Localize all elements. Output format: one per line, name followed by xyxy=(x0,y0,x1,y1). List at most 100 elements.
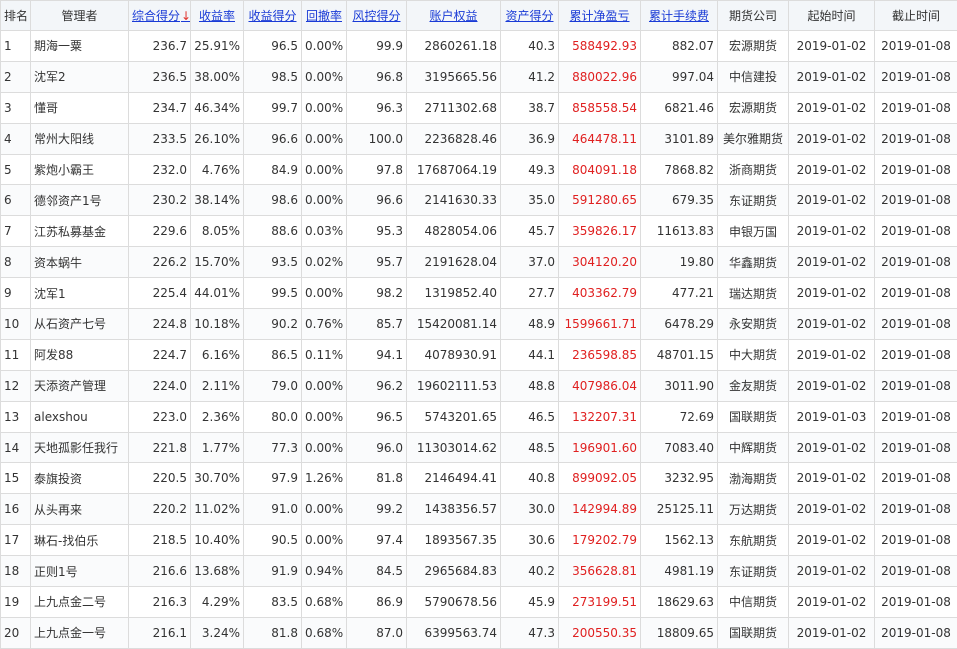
cell-risk_score: 96.6 xyxy=(346,184,407,217)
cell-equity: 5790678.56 xyxy=(406,586,501,618)
cell-asset_score: 48.8 xyxy=(500,369,559,402)
cell-drawdown: 1.26% xyxy=(301,462,347,495)
cell-end: 2019-01-08 xyxy=(874,153,957,186)
cell-asset_score: 40.2 xyxy=(500,555,559,588)
cell-asset_score: 46.5 xyxy=(500,400,559,433)
cell-fees: 7868.82 xyxy=(640,153,718,186)
table-row: 13 alexshou 223.0 2.36% 80.0 0.00% 96.5 5743201… xyxy=(0,400,957,433)
column-header-composite[interactable]: 综合得分↓ xyxy=(128,0,191,31)
cell-company: 美尔雅期货 xyxy=(717,122,789,155)
column-header-asset_score[interactable]: 资产得分 xyxy=(500,0,559,31)
column-header-label: 收益率 xyxy=(198,9,235,23)
cell-start: 2019-01-02 xyxy=(788,246,875,279)
cell-rank: 20 xyxy=(0,616,31,649)
cell-net_profit: 273199.51 xyxy=(558,586,641,618)
cell-drawdown: 0.02% xyxy=(301,246,347,279)
cell-start: 2019-01-02 xyxy=(788,338,875,371)
cell-company: 中大期货 xyxy=(717,338,789,371)
cell-return_rate: 30.70% xyxy=(190,462,244,495)
cell-return_rate: 26.10% xyxy=(190,122,244,155)
column-header-equity[interactable]: 账户权益 xyxy=(406,0,501,31)
cell-drawdown: 0.11% xyxy=(301,338,347,371)
cell-fees: 4981.19 xyxy=(640,555,718,588)
cell-fees: 997.04 xyxy=(640,60,718,93)
cell-asset_score: 27.7 xyxy=(500,277,559,310)
cell-composite: 232.0 xyxy=(128,153,191,186)
cell-end: 2019-01-08 xyxy=(874,60,957,93)
cell-drawdown: 0.00% xyxy=(301,400,347,433)
cell-asset_score: 47.3 xyxy=(500,616,559,649)
cell-start: 2019-01-02 xyxy=(788,555,875,588)
table-row: 4 常州大阳线 233.5 26.10% 96.6 0.00% 100.0 2236828.4… xyxy=(0,122,957,155)
cell-start: 2019-01-02 xyxy=(788,30,875,62)
cell-company: 华鑫期货 xyxy=(717,246,789,279)
column-header-return_score[interactable]: 收益得分 xyxy=(243,0,302,31)
column-header-label: 综合得分 xyxy=(132,9,181,23)
cell-equity: 11303014.62 xyxy=(406,431,501,464)
cell-asset_score: 37.0 xyxy=(500,246,559,279)
table-row: 14 天地孤影任我行 221.8 1.77% 77.3 0.00% 96.0 11303014… xyxy=(0,431,957,464)
cell-return_rate: 25.91% xyxy=(190,30,244,62)
table-row: 7 江苏私募基金 229.6 8.05% 88.6 0.03% 95.3 4828054.06… xyxy=(0,215,957,248)
cell-company: 宏源期货 xyxy=(717,30,789,62)
cell-asset_score: 40.8 xyxy=(500,462,559,495)
cell-return_rate: 38.00% xyxy=(190,60,244,93)
cell-risk_score: 84.5 xyxy=(346,555,407,588)
table-row: 3 懂哥 234.7 46.34% 99.7 0.00% 96.3 2711302.68 38.… xyxy=(0,91,957,124)
cell-net_profit: 407986.04 xyxy=(558,369,641,402)
cell-company: 永安期货 xyxy=(717,308,789,340)
cell-end: 2019-01-08 xyxy=(874,555,957,588)
cell-manager: 沈军1 xyxy=(30,277,129,310)
cell-return_rate: 11.02% xyxy=(190,493,244,526)
cell-drawdown: 0.76% xyxy=(301,308,347,340)
column-header-net_profit[interactable]: 累计净盈亏 xyxy=(558,0,641,31)
cell-asset_score: 30.6 xyxy=(500,524,559,557)
cell-return_rate: 10.18% xyxy=(190,308,244,340)
cell-fees: 11613.83 xyxy=(640,215,718,248)
cell-return_score: 84.9 xyxy=(243,153,302,186)
column-header-fees[interactable]: 累计手续费 xyxy=(640,0,718,31)
cell-net_profit: 179202.79 xyxy=(558,524,641,557)
cell-fees: 18629.63 xyxy=(640,586,718,618)
cell-fees: 3232.95 xyxy=(640,462,718,495)
cell-net_profit: 464478.11 xyxy=(558,122,641,155)
cell-risk_score: 100.0 xyxy=(346,122,407,155)
cell-composite: 233.5 xyxy=(128,122,191,155)
cell-start: 2019-01-02 xyxy=(788,493,875,526)
column-header-drawdown[interactable]: 回撤率 xyxy=(301,0,347,31)
cell-rank: 10 xyxy=(0,308,31,340)
column-header-company: 期货公司 xyxy=(717,0,789,31)
column-header-return_rate[interactable]: 收益率 xyxy=(190,0,244,31)
cell-fees: 25125.11 xyxy=(640,493,718,526)
cell-drawdown: 0.00% xyxy=(301,369,347,402)
cell-composite: 216.1 xyxy=(128,616,191,649)
cell-end: 2019-01-08 xyxy=(874,277,957,310)
column-header-risk_score[interactable]: 风控得分 xyxy=(346,0,407,31)
cell-asset_score: 44.1 xyxy=(500,338,559,371)
cell-start: 2019-01-02 xyxy=(788,215,875,248)
cell-equity: 2236828.46 xyxy=(406,122,501,155)
cell-equity: 2141630.33 xyxy=(406,184,501,217)
cell-end: 2019-01-08 xyxy=(874,30,957,62)
column-header-label: 管理者 xyxy=(61,9,98,23)
cell-return_score: 79.0 xyxy=(243,369,302,402)
cell-fees: 3101.89 xyxy=(640,122,718,155)
cell-return_rate: 38.14% xyxy=(190,184,244,217)
cell-end: 2019-01-08 xyxy=(874,246,957,279)
cell-composite: 223.0 xyxy=(128,400,191,433)
cell-rank: 11 xyxy=(0,338,31,371)
table-row: 6 德邻资产1号 230.2 38.14% 98.6 0.00% 96.6 2141630.3… xyxy=(0,184,957,217)
cell-return_score: 81.8 xyxy=(243,616,302,649)
cell-return_score: 88.6 xyxy=(243,215,302,248)
cell-return_score: 83.5 xyxy=(243,586,302,618)
column-header-label: 收益得分 xyxy=(248,9,297,23)
cell-fees: 3011.90 xyxy=(640,369,718,402)
cell-composite: 216.6 xyxy=(128,555,191,588)
cell-risk_score: 98.2 xyxy=(346,277,407,310)
cell-net_profit: 200550.35 xyxy=(558,616,641,649)
cell-end: 2019-01-08 xyxy=(874,586,957,618)
table-row: 18 正则1号 216.6 13.68% 91.9 0.94% 84.5 2965684.83… xyxy=(0,555,957,588)
cell-start: 2019-01-02 xyxy=(788,431,875,464)
cell-risk_score: 95.3 xyxy=(346,215,407,248)
cell-rank: 9 xyxy=(0,277,31,310)
